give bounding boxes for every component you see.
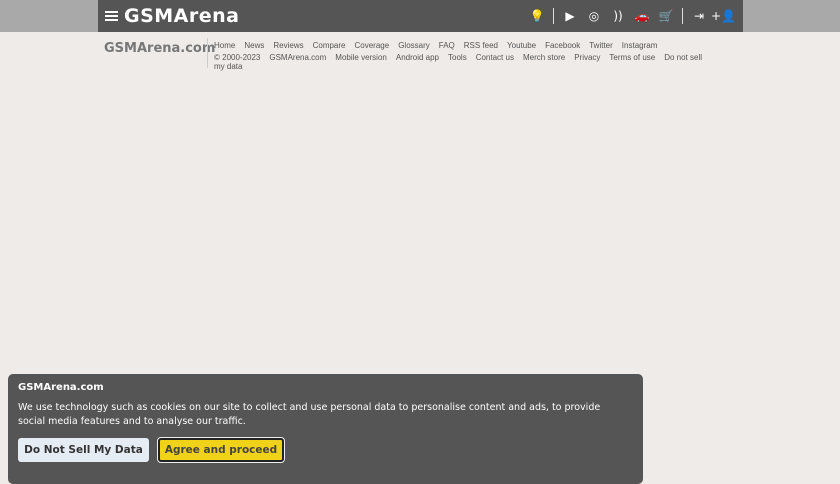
cookie-text: We use technology such as cookies on our… — [18, 402, 601, 427]
footer-link[interactable]: Terms of use — [609, 53, 655, 62]
footer-links-row1: Home News Reviews Compare Coverage Glossary FA… — [214, 39, 704, 52]
footer-link[interactable]: Reviews — [273, 41, 303, 50]
footer-link[interactable]: News — [244, 41, 264, 50]
login-icon[interactable]: ⇥ — [687, 9, 711, 23]
agree-button[interactable]: Agree and proceed — [158, 438, 284, 462]
divider — [682, 8, 683, 24]
lightbulb-icon[interactable]: 💡 — [525, 9, 549, 23]
do-not-sell-button[interactable]: Do Not Sell My Data — [18, 438, 149, 462]
footer-links-row2: © 2000-2023 GSMArena.com Mobile version And… — [214, 53, 704, 71]
divider — [207, 38, 208, 68]
cookie-banner: GSMArena.com We use technology such as c… — [8, 374, 643, 484]
site-logo[interactable]: GSMArena — [124, 5, 240, 27]
footer-link[interactable]: Tools — [448, 53, 467, 62]
footer-link[interactable]: RSS feed — [464, 41, 498, 50]
cart-icon[interactable]: 🛒 — [654, 9, 678, 23]
footer-logo[interactable]: GSMArena.com — [104, 41, 215, 56]
car-icon[interactable]: 🚗 — [630, 9, 654, 23]
footer-link[interactable]: Home — [214, 41, 235, 50]
youtube-icon[interactable]: ▶ — [558, 9, 582, 23]
footer-link[interactable]: Youtube — [507, 41, 536, 50]
footer-link[interactable]: Compare — [313, 41, 346, 50]
footer-link[interactable]: Mobile version — [335, 53, 387, 62]
footer-link[interactable]: Privacy — [574, 53, 600, 62]
footer-link[interactable]: Android app — [396, 53, 439, 62]
rss-icon[interactable]: )) — [606, 9, 630, 23]
footer-link[interactable]: FAQ — [439, 41, 455, 50]
footer-link[interactable]: GSMArena.com — [269, 53, 326, 62]
footer-link[interactable]: Twitter — [589, 41, 613, 50]
footer-link[interactable]: Merch store — [523, 53, 565, 62]
divider — [553, 8, 554, 24]
footer-link[interactable]: Glossary — [398, 41, 430, 50]
site-header: GSMArena 💡 ▶ ◎ )) 🚗 🛒 ⇥ +👤 — [98, 0, 743, 32]
footer-link[interactable]: Facebook — [545, 41, 580, 50]
footer-link[interactable]: Coverage — [355, 41, 390, 50]
instagram-icon[interactable]: ◎ — [582, 9, 606, 23]
footer-link[interactable]: Contact us — [476, 53, 514, 62]
add-user-icon[interactable]: +👤 — [711, 9, 736, 23]
menu-icon[interactable] — [105, 11, 118, 21]
footer-link: © 2000-2023 — [214, 53, 261, 62]
cookie-logo: GSMArena.com — [18, 382, 104, 393]
footer-link[interactable]: Instagram — [622, 41, 658, 50]
